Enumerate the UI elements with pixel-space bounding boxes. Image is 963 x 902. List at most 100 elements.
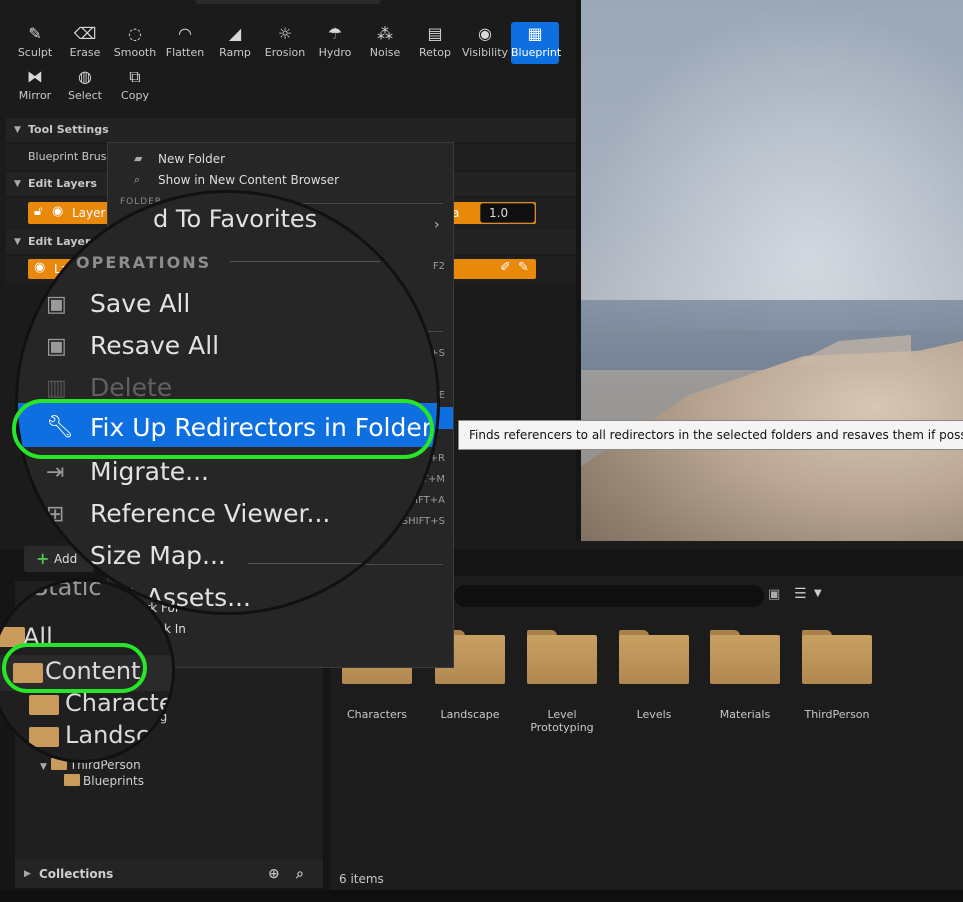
- migrate-icon: ⇥: [46, 460, 65, 485]
- collapse-triangle-icon: ▶: [24, 869, 31, 879]
- tool-flatten[interactable]: ◠ Flatten: [161, 22, 209, 64]
- tool-hydro[interactable]: ☂ Hydro: [311, 22, 359, 64]
- unlock-icon[interactable]: 🔓︎: [34, 204, 42, 219]
- tool-label: Retop: [419, 46, 451, 59]
- submenu-arrow-icon: ›: [434, 217, 440, 233]
- smooth-icon: ◌: [128, 24, 142, 43]
- folder-name: Level Prototyping: [530, 708, 594, 734]
- tool-label: Noise: [369, 46, 401, 59]
- tool-erase[interactable]: ⌫ Erase: [61, 22, 109, 64]
- folder-tile[interactable]: ThirdPerson: [801, 630, 873, 721]
- sculpt-brush-icon: ✎: [28, 24, 42, 43]
- mag-add-to-favorites[interactable]: d To Favorites: [153, 205, 317, 233]
- tool-label: Smooth: [113, 46, 157, 59]
- mag2-characters[interactable]: Characte: [65, 689, 172, 717]
- tool-label: Flatten: [165, 46, 205, 59]
- content-folder-highlight-ring: [2, 643, 147, 693]
- tool-label: Sculpt: [17, 46, 53, 59]
- save-search-icon[interactable]: ▣: [768, 587, 780, 602]
- alpha-value-field[interactable]: 1.0: [480, 203, 535, 223]
- tool-label: Mirror: [18, 89, 52, 102]
- folder-icon: [710, 630, 780, 684]
- tool-retop[interactable]: ▤ Retop: [411, 22, 459, 64]
- mag-separator: [230, 261, 380, 262]
- chevron-down-icon[interactable]: ▼: [814, 588, 822, 599]
- folder-tile[interactable]: Levels: [618, 630, 690, 721]
- mag-size-map[interactable]: Size Map...: [90, 541, 226, 570]
- mag-reference-viewer[interactable]: Reference Viewer...: [90, 499, 330, 528]
- mag-delete: Delete: [90, 373, 173, 402]
- top-tab-stub: [195, 0, 381, 4]
- mag-migrate[interactable]: Migrate...: [90, 457, 209, 486]
- save-icon: ▣: [46, 292, 67, 317]
- level-viewport[interactable]: [581, 0, 963, 541]
- fix-up-redirectors-highlight-ring: [12, 399, 434, 459]
- collapse-triangle-icon: ▼: [14, 237, 21, 247]
- noise-icon: ⁂: [377, 24, 393, 43]
- mag-resave-all[interactable]: Resave All: [90, 331, 219, 360]
- tool-smooth[interactable]: ◌ Smooth: [111, 22, 159, 64]
- tool-label: Copy: [121, 89, 149, 102]
- layer-name: Layer: [72, 206, 106, 220]
- eye-icon[interactable]: ◉: [34, 260, 45, 275]
- blueprint-icon: ▦: [527, 24, 543, 43]
- content-browser-icon: ⌕: [134, 173, 141, 186]
- collapse-triangle-icon: ▼: [14, 179, 21, 189]
- shortcut-rename: F2: [432, 261, 445, 272]
- menu-item-show-in-new-content-browser[interactable]: ⌕ Show in New Content Browser: [108, 170, 453, 190]
- tool-visibility[interactable]: ◉ Visibility: [461, 22, 509, 64]
- paint-brush-icon[interactable]: ✎: [518, 260, 529, 275]
- flatten-icon: ◠: [178, 24, 192, 43]
- collapse-triangle-icon: ▼: [14, 125, 21, 135]
- tool-noise[interactable]: ⁂ Noise: [361, 22, 409, 64]
- tool-erosion[interactable]: ☼ Erosion: [261, 22, 309, 64]
- reference-viewer-icon: ⊞: [46, 502, 65, 527]
- expand-triangle-icon: ▼: [40, 762, 47, 772]
- folder-name: Landscape: [440, 708, 500, 721]
- folder-icon: [29, 727, 59, 747]
- mag2-landscape[interactable]: Landsca: [65, 721, 164, 749]
- mag-save-all[interactable]: Save All: [90, 289, 190, 318]
- tool-label: Blueprint: [511, 46, 562, 59]
- sky-haze: [581, 0, 963, 330]
- blueprint-brush-label: Blueprint Brush: [28, 150, 114, 163]
- tool-label: Hydro: [318, 46, 352, 59]
- folder-tile[interactable]: Level Prototyping: [526, 630, 598, 734]
- fix-up-redirectors-tooltip: Finds referencers to all redirectors in …: [458, 420, 963, 450]
- mirror-icon: ⧓: [27, 67, 43, 86]
- tool-label: Erosion: [264, 46, 306, 59]
- search-icon[interactable]: ⌕: [296, 860, 304, 888]
- collections-header[interactable]: ▶ Collections ⊕ ⌕: [15, 860, 323, 888]
- eye-icon[interactable]: ◉: [52, 204, 63, 219]
- mag2-static: Static: [33, 578, 102, 601]
- tool-label: Visibility: [461, 46, 509, 59]
- tool-settings-header[interactable]: ▼ Tool Settings: [6, 118, 576, 142]
- folder-tile[interactable]: Materials: [709, 630, 781, 721]
- tool-mirror[interactable]: ⧓ Mirror: [11, 65, 59, 107]
- folder-icon: [29, 695, 59, 715]
- copy-icon: ⧉: [129, 67, 141, 86]
- tool-copy[interactable]: ⧉ Copy: [111, 65, 159, 107]
- tool-select[interactable]: ◍ Select: [61, 65, 109, 107]
- item-count-status: 6 items: [339, 872, 384, 886]
- tool-label: Erase: [69, 46, 101, 59]
- brush-edit-icon[interactable]: ✐: [500, 260, 511, 275]
- menu-separator: [303, 203, 443, 204]
- tool-blueprint[interactable]: ▦ Blueprint: [511, 22, 562, 64]
- asset-search-input[interactable]: [454, 585, 764, 607]
- retopologize-icon: ▤: [427, 24, 443, 43]
- trash-icon: ▥: [46, 376, 67, 401]
- menu-item-new-folder[interactable]: ▰ New Folder: [108, 149, 453, 169]
- ramp-icon: ◢: [228, 24, 242, 43]
- tool-label: Select: [68, 89, 102, 102]
- tree-item-blueprints[interactable]: Blueprints: [64, 774, 144, 788]
- select-lasso-icon: ◍: [78, 67, 92, 86]
- hydro-icon: ☂: [327, 24, 343, 43]
- mag-operations-header: OPERATIONS: [76, 253, 212, 272]
- tool-sculpt[interactable]: ✎ Sculpt: [11, 22, 59, 64]
- add-collection-icon[interactable]: ⊕: [268, 860, 280, 888]
- plus-icon: +: [36, 549, 50, 568]
- tool-ramp[interactable]: ◢ Ramp: [211, 22, 259, 64]
- filter-icon[interactable]: ☰: [794, 586, 807, 602]
- new-folder-icon: ▰: [134, 152, 143, 165]
